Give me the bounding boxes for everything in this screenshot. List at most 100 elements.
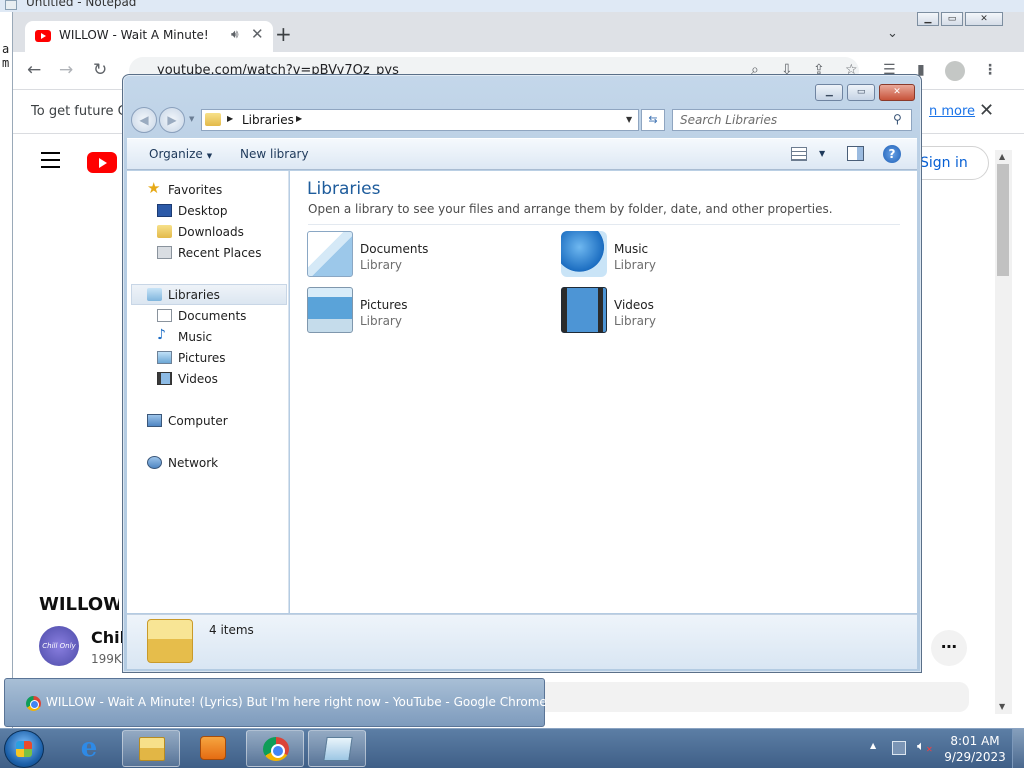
taskbar-window-popup[interactable]: WILLOW - Wait A Minute! (Lyrics) But I'm… [4,678,547,727]
scroll-thumb[interactable] [997,164,1009,276]
media-player-icon [200,736,226,760]
notepad-line: a [2,42,10,56]
library-tile-music[interactable]: Music Library [561,231,761,281]
divider [308,224,900,225]
organize-button[interactable]: Organize ▼ [149,147,212,161]
documents-icon [157,309,172,322]
page-title: Libraries [307,179,381,199]
chrome-window-controls: ▁ ▭ ✕ [917,12,1005,26]
infobar-close-icon[interactable]: ✕ [979,100,994,121]
clock-date: 9/29/2023 [944,750,1006,764]
folder-icon [139,737,165,761]
forward-arrow-icon[interactable]: → [59,60,73,80]
notepad-titlebar: Untitled - Notepad [0,0,1024,12]
taskbar-chrome[interactable] [246,730,304,767]
tile-type: Library [614,314,656,328]
channel-avatar[interactable]: Chill Only [39,626,79,666]
tab-close-icon[interactable]: ✕ [251,25,264,43]
start-button[interactable] [4,730,44,768]
navigation-pane: ★ Favorites Desktop Downloads Recent Plac… [127,171,289,613]
show-desktop-button[interactable] [1012,729,1024,768]
nav-item-libraries[interactable]: Libraries [131,284,287,305]
desktop-icon [157,204,172,217]
breadcrumb-arrow-icon[interactable]: ▶ [227,114,233,123]
volume-icon[interactable]: 🔈︎ [917,739,925,754]
command-bar: Organize ▼ New library ▼ ? [127,138,917,170]
clock[interactable]: 8:01 AM 9/29/2023 [942,733,1008,765]
preview-pane-icon[interactable] [847,146,864,161]
tab-search-chevron-icon[interactable]: ⌄ [887,26,898,41]
chrome-icon [263,737,289,761]
pictures-icon [157,351,172,364]
youtube-logo[interactable] [87,152,117,173]
close-button[interactable]: ✕ [965,12,1003,26]
maximize-button[interactable]: ▭ [941,12,963,26]
recent-pages-chevron-icon[interactable]: ▼ [189,115,194,123]
search-icon[interactable]: ⚲ [893,112,902,126]
profile-avatar[interactable] [945,61,965,81]
tile-type: Library [360,314,402,328]
infobar-message: To get future Go [31,104,136,119]
computer-icon [147,414,162,427]
back-arrow-icon[interactable]: ◀ [131,107,157,133]
browser-tab[interactable]: WILLOW - Wait A Minute! (Lyrics) But I'm… [25,21,273,52]
hamburger-menu-icon[interactable] [41,152,60,173]
clock-time: 8:01 AM [950,734,1000,748]
taskbar-media-player[interactable] [184,730,242,767]
library-tile-videos[interactable]: Videos Library [561,287,761,337]
libraries-content-pane: Libraries Open a library to see your fil… [290,171,917,613]
tile-name: Pictures [360,298,408,312]
infobar-learn-more-link[interactable]: n more [929,104,975,119]
taskbar-internet-explorer[interactable]: e [60,730,118,767]
close-button[interactable]: ✕ [879,84,915,101]
documents-library-icon [307,231,353,277]
more-actions-button[interactable]: ⋯ [931,630,967,666]
libraries-icon [147,288,162,301]
explorer-address-bar[interactable]: ▶ Libraries ▶ ▼ [201,109,639,131]
refresh-icon[interactable]: ⇆ [641,109,665,131]
subscriber-count: 199K [91,652,122,666]
breadcrumb-arrow-icon[interactable]: ▶ [296,114,302,123]
network-status-icon[interactable] [892,741,906,755]
address-history-chevron-icon[interactable]: ▼ [626,115,632,124]
taskbar: e ▲ 🔈︎ ✕ 8:01 AM 9/29/2023 [0,728,1024,768]
speaker-icon[interactable]: 🔊︎ [231,27,239,42]
show-hidden-icons-icon[interactable]: ▲ [870,741,876,750]
popup-window-title: WILLOW - Wait A Minute! (Lyrics) But I'm… [46,695,547,709]
organize-label: Organize [149,147,203,161]
scroll-down-arrow-icon[interactable]: ▼ [999,702,1005,711]
page-scrollbar[interactable]: ▲ ▼ [995,150,1012,714]
maximize-button[interactable]: ▭ [847,84,876,101]
video-title: WILLOW - Wait A Minute! [39,594,119,615]
notepad-title: Untitled - Notepad [26,0,137,9]
library-tile-documents[interactable]: Documents Library [307,231,507,281]
description-box[interactable] [533,682,969,712]
internet-explorer-icon: e [80,733,98,763]
notepad-text-area[interactable]: a m [0,12,12,728]
taskbar-notepad[interactable] [308,730,366,767]
kebab-menu-icon[interactable]: ⋮ [983,62,997,78]
taskbar-explorer[interactable] [122,730,180,767]
minimize-button[interactable]: ▁ [815,84,844,101]
change-view-icon[interactable] [791,147,807,161]
minimize-button[interactable]: ▁ [917,12,939,26]
forward-arrow-icon[interactable]: ▶ [159,107,185,133]
notepad-icon [5,0,17,10]
film-strip-icon [157,372,172,385]
scroll-up-arrow-icon[interactable]: ▲ [999,152,1005,161]
details-pane: 4 items [127,614,917,669]
chrome-tab-strip: WILLOW - Wait A Minute! (Lyrics) But I'm… [13,12,1024,52]
explorer-search-box[interactable]: Search Libraries ⚲ [672,109,912,131]
help-icon[interactable]: ? [883,145,901,163]
back-arrow-icon[interactable]: ← [27,60,41,80]
tile-type: Library [360,258,402,272]
notepad-icon [323,737,353,761]
new-library-button[interactable]: New library [240,147,309,161]
tile-type: Library [614,258,656,272]
view-options-chevron-icon[interactable]: ▼ [819,149,825,158]
new-tab-button[interactable]: + [275,24,292,44]
library-tile-pictures[interactable]: Pictures Library [307,287,507,337]
breadcrumb[interactable]: Libraries [242,113,294,127]
reload-icon[interactable]: ↻ [93,60,107,80]
chevron-down-icon: ▼ [206,152,213,160]
